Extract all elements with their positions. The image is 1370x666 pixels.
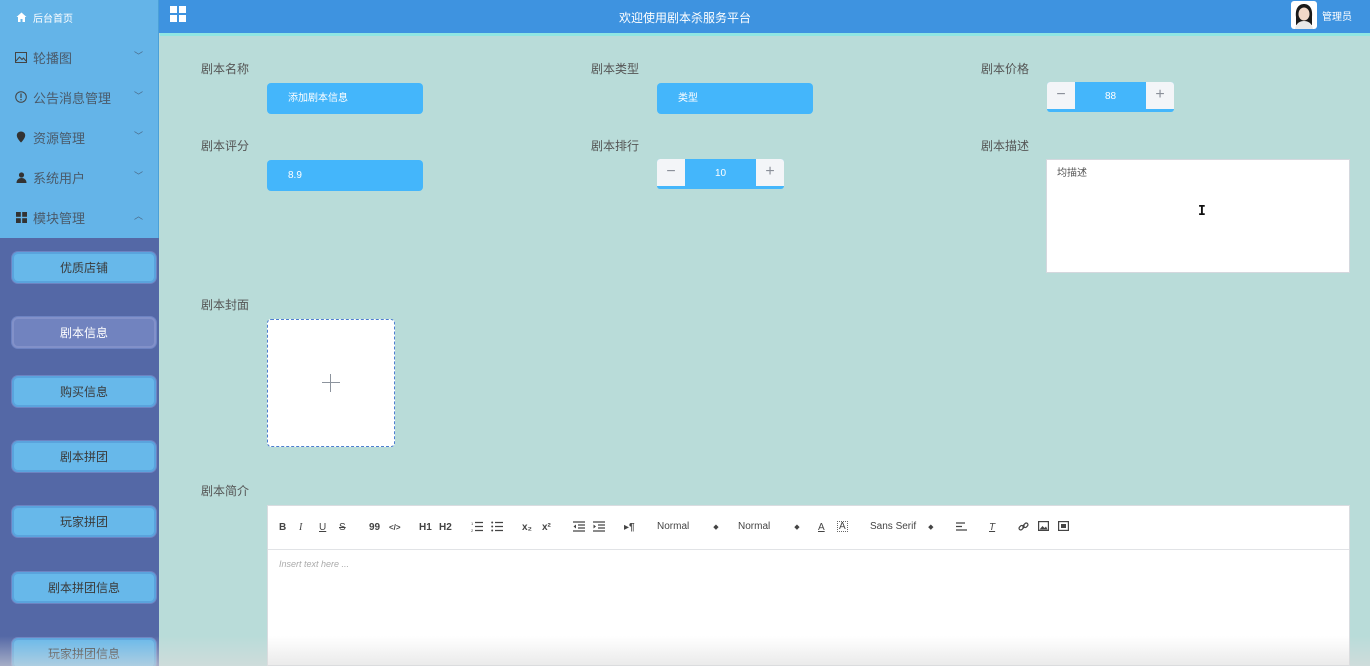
select-arrows-icon: ◆	[713, 524, 718, 531]
font-color-icon[interactable]: A	[818, 521, 825, 535]
price-value[interactable]: 88	[1075, 82, 1146, 109]
ordered-list-icon[interactable]: 12	[471, 521, 483, 535]
sidebar-item-label: 资源管理	[33, 128, 85, 147]
align-icon[interactable]	[956, 521, 967, 535]
select-arrows-icon: ◆	[928, 524, 933, 531]
submenu-purchase-info[interactable]: 购买信息	[12, 376, 156, 407]
svg-text:1: 1	[471, 521, 474, 526]
indent-icon[interactable]	[593, 521, 605, 535]
blockquote-button[interactable]: 99	[369, 521, 380, 535]
size-select[interactable]: Normal ◆	[738, 521, 800, 532]
script-name-label: 剧本名称	[201, 60, 249, 77]
rich-text-editor: B I U S 99 </> H1 H2 12 x₂ x² ▸¶ Normal◆	[267, 505, 1350, 666]
sidebar-item-label: 轮播图	[33, 48, 72, 67]
superscript-button[interactable]: x²	[542, 521, 551, 535]
font-select[interactable]: Sans Serif ◆	[870, 521, 934, 532]
script-type-select[interactable]: 类型	[657, 83, 813, 114]
page-title: 欢迎使用剧本杀服务平台	[0, 9, 1370, 26]
image-icon	[15, 51, 27, 63]
user-icon	[15, 171, 27, 183]
sidebar-item-label: 公告消息管理	[33, 88, 111, 107]
text-direction-icon[interactable]: ▸¶	[624, 521, 635, 535]
rank-decrease-button[interactable]: −	[657, 159, 685, 186]
script-rating-label: 剧本评分	[201, 137, 249, 154]
editor-placeholder[interactable]: Insert text here ...	[279, 559, 349, 569]
script-name-input[interactable]: 添加剧本信息	[267, 83, 423, 114]
script-rank-label: 剧本排行	[591, 137, 639, 154]
video-icon[interactable]	[1058, 521, 1069, 535]
header-divider	[160, 33, 1370, 36]
desc-text: 均描述	[1057, 168, 1087, 179]
strike-button[interactable]: S	[339, 521, 346, 535]
price-increase-button[interactable]: +	[1146, 82, 1174, 109]
h2-button[interactable]: H2	[439, 521, 452, 535]
submenu-script-group-info[interactable]: 剧本拼团信息	[12, 572, 156, 603]
size-select-value: Normal	[738, 521, 770, 532]
background-color-icon[interactable]: A	[837, 521, 848, 532]
grid-icon	[15, 211, 27, 223]
link-icon[interactable]	[1018, 521, 1029, 535]
sidebar-item-system-users[interactable]: 系统用户 ﹀	[0, 157, 159, 197]
script-type-label: 剧本类型	[591, 60, 639, 77]
underline-button[interactable]: U	[319, 521, 326, 535]
submenu-player-group-info[interactable]: 玩家拼团信息	[12, 638, 156, 666]
header-select[interactable]: Normal ◆	[657, 521, 719, 532]
sidebar: 后台首页 轮播图 ﹀ 公告消息管理 ﹀ 资源管理 ﹀	[0, 0, 159, 666]
chevron-down-icon: ﹀	[134, 49, 143, 62]
submenu-quality-stores[interactable]: 优质店铺	[12, 252, 156, 283]
submenu-script-info[interactable]: 剧本信息	[12, 317, 156, 348]
svg-text:2: 2	[471, 528, 474, 532]
avatar	[1291, 1, 1317, 29]
subscript-button[interactable]: x₂	[522, 521, 532, 535]
chevron-up-icon: ︿	[134, 209, 143, 222]
text-cursor-icon: I	[1198, 204, 1206, 219]
user-menu[interactable]: 管理员	[1291, 0, 1352, 30]
italic-button[interactable]: I	[299, 521, 302, 535]
info-circle-icon	[15, 91, 27, 103]
price-decrease-button[interactable]: −	[1047, 82, 1075, 109]
sidebar-item-label: 模块管理	[33, 208, 85, 227]
script-intro-label: 剧本简介	[201, 482, 249, 499]
clean-format-icon[interactable]: T	[989, 521, 995, 535]
script-form: 剧本名称 添加剧本信息 剧本类型 类型 剧本价格 − 88 + 剧本评分 8.9…	[165, 38, 1370, 666]
script-rank-stepper: − 10 +	[657, 159, 784, 189]
sidebar-item-resources[interactable]: 资源管理 ﹀	[0, 117, 159, 157]
sidebar-item-modules[interactable]: 模块管理 ︿	[0, 197, 159, 237]
sidebar-menu: 后台首页 轮播图 ﹀ 公告消息管理 ﹀ 资源管理 ﹀	[0, 0, 159, 238]
chevron-down-icon: ﹀	[134, 89, 143, 102]
script-price-stepper: − 88 +	[1047, 82, 1174, 112]
submenu-player-group[interactable]: 玩家拼团	[12, 506, 156, 537]
sidebar-item-label: 系统用户	[33, 168, 85, 187]
submenu-script-group[interactable]: 剧本拼团	[12, 441, 156, 472]
chevron-down-icon: ﹀	[134, 169, 143, 182]
script-rating-input[interactable]: 8.9	[267, 160, 423, 191]
bold-button[interactable]: B	[279, 521, 286, 535]
script-cover-label: 剧本封面	[201, 296, 249, 313]
script-desc-label: 剧本描述	[981, 137, 1029, 154]
sidebar-item-notice[interactable]: 公告消息管理 ﹀	[0, 77, 159, 117]
sidebar-item-carousel[interactable]: 轮播图 ﹀	[0, 37, 159, 77]
outdent-icon[interactable]	[573, 521, 585, 535]
script-price-label: 剧本价格	[981, 60, 1029, 77]
username: 管理员	[1322, 8, 1352, 23]
image-icon[interactable]	[1038, 521, 1049, 535]
code-block-button[interactable]: </>	[389, 521, 401, 535]
rank-value[interactable]: 10	[685, 159, 756, 186]
chevron-down-icon: ﹀	[134, 129, 143, 142]
rank-increase-button[interactable]: +	[756, 159, 784, 186]
top-bar: 欢迎使用剧本杀服务平台 管理员	[159, 0, 1370, 33]
select-arrows-icon: ◆	[794, 524, 799, 531]
location-icon	[15, 131, 27, 143]
editor-toolbar: B I U S 99 </> H1 H2 12 x₂ x² ▸¶ Normal◆	[268, 506, 1349, 550]
font-select-value: Sans Serif	[870, 521, 916, 532]
h1-button[interactable]: H1	[419, 521, 432, 535]
cover-upload-button[interactable]	[267, 319, 395, 447]
plus-icon	[322, 374, 340, 392]
header-select-value: Normal	[657, 521, 689, 532]
bullet-list-icon[interactable]	[491, 521, 503, 535]
